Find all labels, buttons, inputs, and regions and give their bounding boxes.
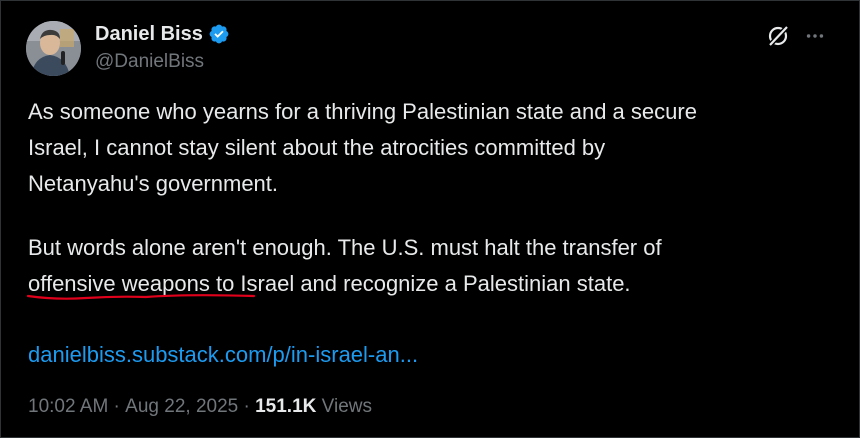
tweet-paragraph-1: As someone who yearns for a thriving Pal… bbox=[28, 94, 828, 202]
tweet-link[interactable]: danielbiss.substack.com/p/in-israel-an..… bbox=[28, 337, 418, 373]
author-handle[interactable]: @DanielBiss bbox=[95, 51, 204, 73]
views-label: Views bbox=[316, 396, 373, 417]
grok-icon bbox=[768, 25, 789, 47]
profile-photo bbox=[26, 21, 81, 76]
tweet-line: But words alone aren't enough. The U.S. … bbox=[28, 235, 662, 260]
views-count: 151.1K bbox=[255, 396, 317, 417]
tweet-date[interactable]: Aug 22, 2025 bbox=[125, 395, 238, 419]
tweet-card: Daniel Biss @DanielBiss As someone who y… bbox=[0, 0, 860, 438]
grok-button[interactable] bbox=[765, 23, 791, 49]
author-name-row[interactable]: Daniel Biss bbox=[95, 23, 230, 45]
tweet-line: Netanyahu's government. bbox=[28, 171, 279, 196]
more-icon bbox=[806, 34, 824, 38]
avatar[interactable] bbox=[26, 21, 81, 76]
tweet-line: As someone who yearns for a thriving Pal… bbox=[28, 99, 697, 124]
tweet-time[interactable]: 10:02 AM bbox=[28, 395, 108, 419]
verified-badge-icon bbox=[208, 23, 230, 45]
meta-separator: · bbox=[108, 396, 126, 417]
more-options-button[interactable] bbox=[802, 23, 828, 49]
tweet-text: As someone who yearns for a thriving Pal… bbox=[28, 94, 828, 302]
tweet-line: Israel, I cannot stay silent about the a… bbox=[28, 135, 606, 160]
author-display-name[interactable]: Daniel Biss bbox=[95, 23, 203, 45]
tweet-metadata: 10:02 AM · Aug 22, 2025 · 151.1K Views bbox=[28, 395, 372, 419]
underlined-phrase: offensive weapons bbox=[28, 271, 210, 296]
tweet-line-rest: to Israel and recognize a Palestinian st… bbox=[209, 271, 631, 296]
tweet-paragraph-2: But words alone aren't enough. The U.S. … bbox=[28, 230, 828, 302]
meta-separator: · bbox=[238, 396, 256, 417]
